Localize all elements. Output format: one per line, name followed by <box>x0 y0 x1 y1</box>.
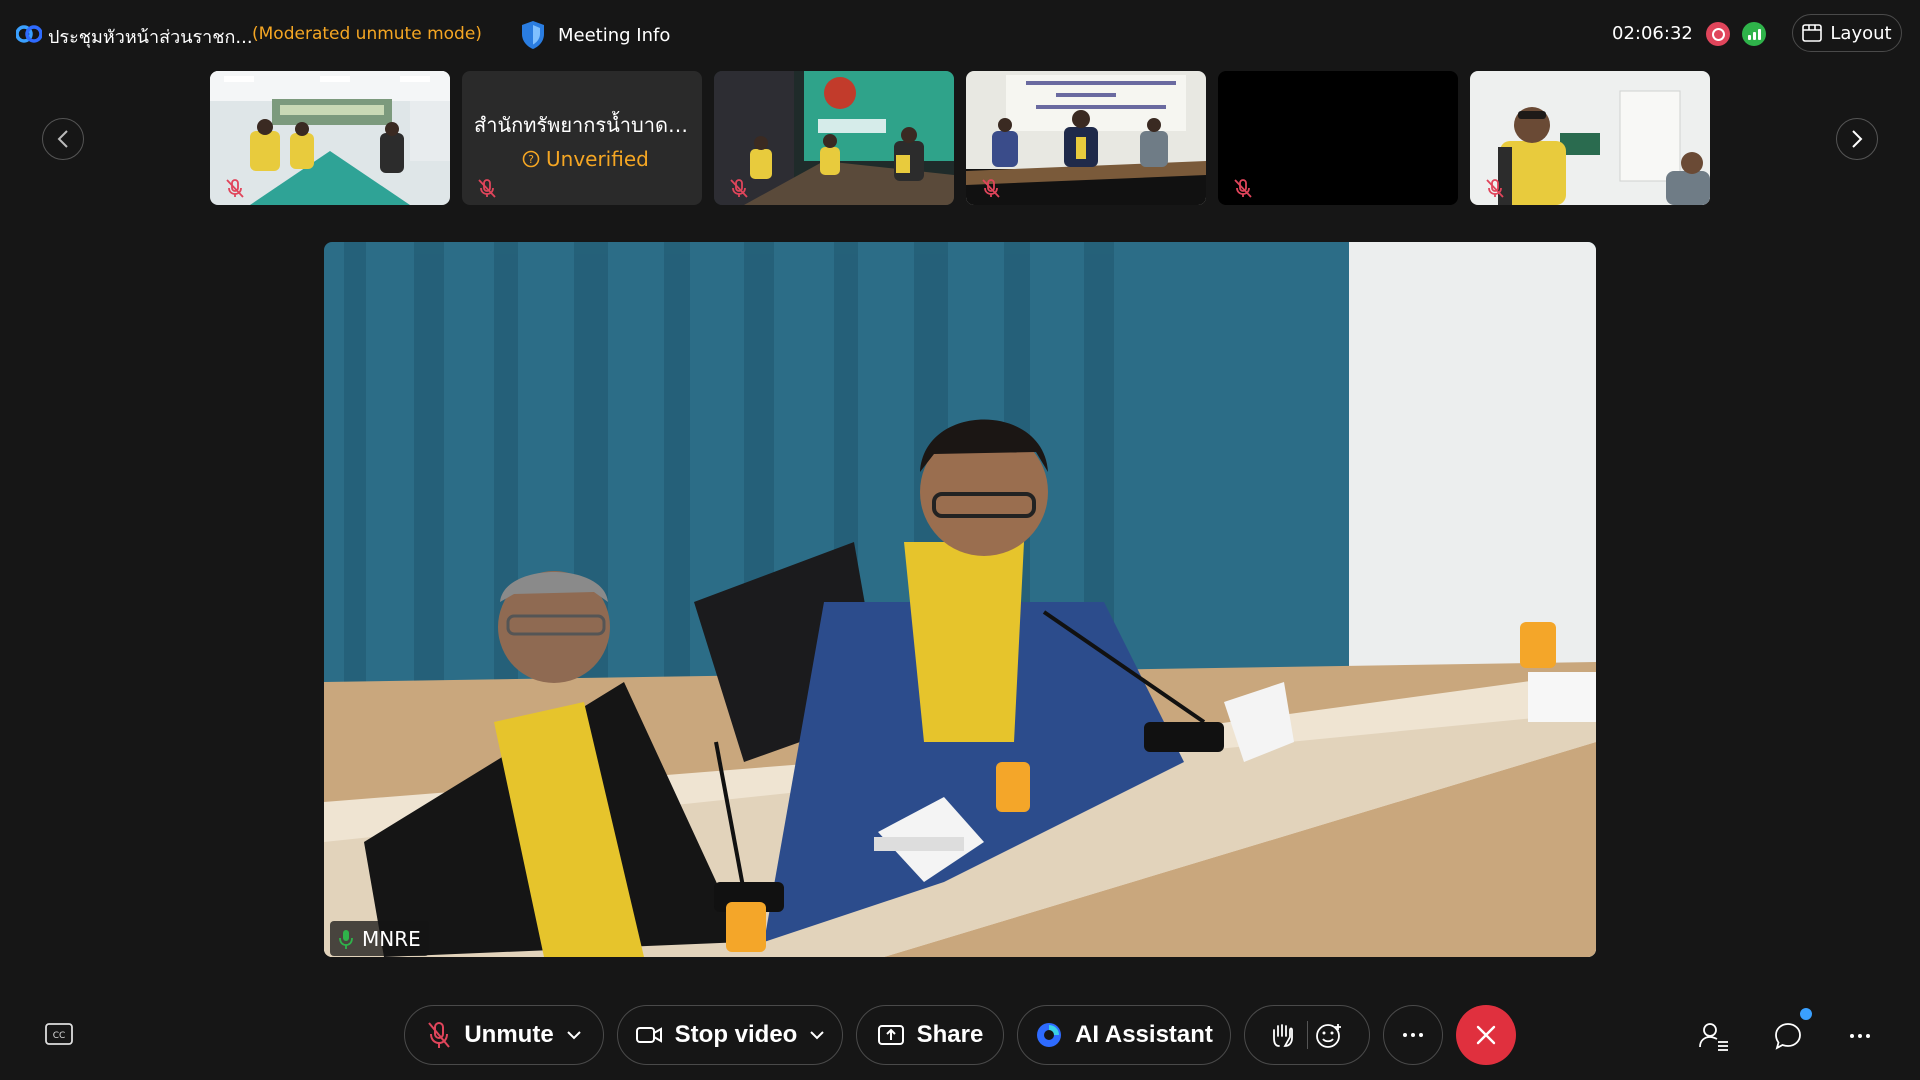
unmute-label: Unmute <box>464 1021 554 1048</box>
mic-active-icon <box>339 929 353 949</box>
participant-video <box>966 71 1206 205</box>
active-speaker-video[interactable] <box>324 242 1596 957</box>
stop-video-button[interactable]: Stop video <box>617 1005 843 1065</box>
participants-icon <box>1699 1023 1728 1051</box>
closed-captions-icon[interactable]: CC <box>44 1022 74 1048</box>
layout-icon <box>1802 24 1823 42</box>
participant-tile[interactable] <box>966 71 1206 205</box>
meeting-info-label: Meeting Info <box>558 24 671 46</box>
participant-video <box>714 71 954 205</box>
chevron-down-icon[interactable] <box>566 1030 582 1040</box>
meeting-info-button[interactable]: Meeting Info <box>520 18 670 52</box>
chat-icon <box>1775 1023 1801 1050</box>
moderated-mode-label: (Moderated unmute mode) <box>252 24 482 44</box>
network-health-icon[interactable] <box>1742 22 1766 46</box>
layout-label: Layout <box>1830 22 1892 44</box>
share-button[interactable]: Share <box>856 1005 1004 1065</box>
more-options-button[interactable] <box>1383 1005 1443 1065</box>
top-bar: ประชุมหัวหน้าส่วนราชก... (Moderated unmu… <box>0 0 1920 70</box>
participant-tile[interactable] <box>714 71 954 205</box>
chevron-down-icon[interactable] <box>809 1030 825 1040</box>
recording-indicator-icon[interactable] <box>1706 22 1730 46</box>
more-horizontal-icon <box>1850 1034 1870 1038</box>
emoji-reaction-icon[interactable] <box>1308 1020 1352 1050</box>
muted-mic-icon <box>1234 179 1252 198</box>
participant-tile[interactable] <box>210 71 450 205</box>
ai-assistant-icon <box>1037 1023 1062 1047</box>
more-panels-button[interactable] <box>1842 1018 1878 1054</box>
chevron-right-icon <box>1852 130 1863 148</box>
raise-hand-icon[interactable] <box>1263 1020 1307 1050</box>
share-label: Share <box>916 1021 984 1048</box>
muted-mic-icon <box>226 179 244 198</box>
share-screen-icon <box>877 1025 904 1045</box>
participant-tile[interactable]: สำนักทรัพยากรน้ำบาดา... ? Unverified <box>462 71 702 205</box>
ai-assistant-button[interactable]: AI Assistant <box>1017 1005 1231 1065</box>
webex-logo-icon <box>16 25 42 43</box>
video-camera-icon <box>635 1027 662 1043</box>
chevron-left-icon <box>57 130 68 148</box>
filmstrip-next-button[interactable] <box>1836 118 1878 160</box>
meeting-timer: 02:06:32 <box>1612 23 1693 44</box>
participant-video <box>1470 71 1710 205</box>
ai-assistant-label: AI Assistant <box>1075 1021 1213 1048</box>
shield-icon <box>522 21 544 49</box>
svg-text:?: ? <box>528 153 534 166</box>
reactions-group <box>1244 1005 1370 1065</box>
speaker-name: MNRE <box>362 926 421 951</box>
unmute-button[interactable]: Unmute <box>404 1005 604 1065</box>
unverified-status: ? Unverified <box>522 147 649 171</box>
layout-button[interactable]: Layout <box>1792 14 1902 52</box>
muted-mic-icon <box>1486 179 1504 198</box>
unverified-label: Unverified <box>546 147 649 171</box>
svg-text:CC: CC <box>53 1031 66 1041</box>
filmstrip-prev-button[interactable] <box>42 118 84 160</box>
participant-name: สำนักทรัพยากรน้ำบาดา... <box>474 113 694 137</box>
muted-mic-icon <box>730 179 748 198</box>
chat-button[interactable] <box>1770 1018 1806 1054</box>
meeting-title: ประชุมหัวหน้าส่วนราชก... <box>48 27 253 48</box>
participant-video <box>210 71 450 205</box>
participants-button[interactable] <box>1696 1018 1732 1054</box>
leave-meeting-button[interactable] <box>1456 1005 1516 1065</box>
chat-notification-badge <box>1798 1006 1814 1022</box>
muted-mic-icon <box>478 179 496 198</box>
muted-mic-icon <box>428 1022 451 1048</box>
speaker-name-tag: MNRE <box>330 921 429 956</box>
participant-tile[interactable] <box>1470 71 1710 205</box>
more-horizontal-icon <box>1403 1033 1423 1037</box>
muted-mic-icon <box>982 179 1000 198</box>
close-icon <box>1476 1025 1496 1045</box>
stop-video-label: Stop video <box>674 1021 798 1048</box>
participant-tile[interactable] <box>1218 71 1458 205</box>
meeting-room-scene <box>324 242 1596 957</box>
question-icon: ? <box>522 150 540 168</box>
